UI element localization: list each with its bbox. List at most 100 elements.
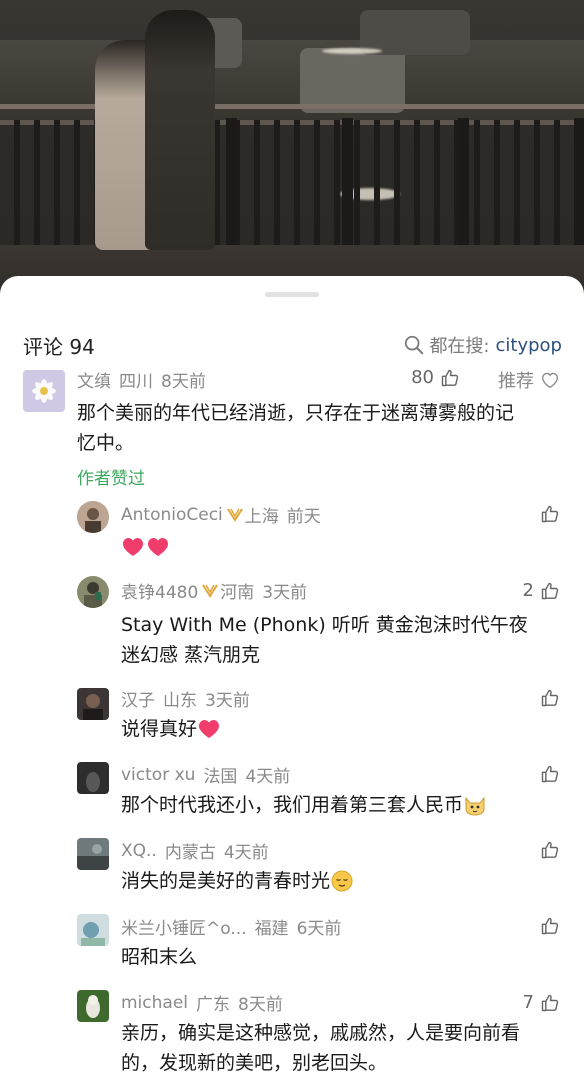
search-prefix: 都在搜: [429,336,490,357]
like-button[interactable]: 7 [523,992,560,1013]
like-button[interactable] [534,504,560,524]
reply-text: 说得真好 [121,714,221,744]
comment-header: 评论 94 都在搜: citypop [0,326,584,362]
reply-username[interactable]: XQ.. [121,841,157,861]
reply-time: 8天前 [238,995,283,1015]
comment-location: 四川 [119,372,153,392]
like-button[interactable] [534,916,560,936]
reply-username[interactable]: michael [121,993,188,1013]
reply-meta: michael 广东 8天前 [121,990,283,1016]
reply-username[interactable]: AntonioCeci [121,505,223,525]
reply-time: 4天前 [223,843,269,863]
reply-location: 广东 [196,995,231,1015]
reply-username[interactable]: 袁铮4480 [121,578,198,603]
reply-location: 内蒙古 [164,843,216,863]
thumbs-up-icon [541,582,559,599]
video-fence-post [342,118,353,263]
user-photo-icon [77,990,109,1022]
reply-meta: XQ.. 内蒙古 4天前 [121,838,269,864]
user-photo-icon [77,838,109,870]
reply-meta: 汉子 山东 3天前 [121,686,250,711]
pink-heart-icon [199,720,220,738]
search-suggestion[interactable]: 都在搜: citypop [403,332,562,358]
thumbs-up-icon [541,994,559,1011]
like-button[interactable]: 2 [523,580,560,601]
like-button[interactable] [534,840,560,860]
user-photo-icon [77,762,109,794]
like-button[interactable] [534,688,560,708]
recommend-button[interactable]: 推荐 [498,367,560,393]
video-fence-post [458,118,469,263]
user-photo-icon [77,688,109,720]
comment-sheet: 评论 94 都在搜: citypop 文缜 四川 8天前 80 推荐 那个美丽的… [0,276,584,1080]
reply-text: 昭和末么 [121,946,198,968]
avatar[interactable] [77,501,109,533]
author-liked-badge: 作者赞过 [77,469,145,489]
like-count: 2 [522,580,534,601]
fan-badge-icon [202,583,219,598]
reply-username[interactable]: 汉子 [121,686,155,711]
reply-time: 6天前 [296,919,342,939]
reply-location: 山东 [163,691,197,711]
recommend-label: 推荐 [498,371,534,392]
heart-outline-icon [541,372,559,389]
reply-location: 福建 [254,919,289,939]
reply-location: 上海 [244,507,279,527]
reply-text: 那个时代我还小，我们用着第三套人民币 [121,790,487,820]
avatar[interactable] [77,838,109,870]
reply-text-line: 的，发现新的美吧，别老回头。 [121,1052,388,1074]
video-fence [0,120,584,260]
video-player[interactable] [0,0,584,300]
avatar[interactable] [77,990,109,1022]
video-light [322,48,382,54]
relieved-face-icon [331,870,353,892]
reply-time: 前天 [286,507,321,527]
avatar[interactable] [77,688,109,720]
thumbs-up-icon [541,765,559,783]
reply-text-line: 迷幻感 蒸汽朋克 [121,644,261,666]
comment-meta: 文缜 四川 8天前 [77,367,206,392]
reply-meta: AntonioCeci 上海 前天 [121,502,321,528]
reply-time: 3天前 [262,583,308,603]
reply-text-line: 亲历，确实是这种感觉，戚戚然，人是要向前看 [121,1022,521,1044]
reply-meta: victor xu 法国 4天前 [121,762,291,788]
reply-location: 河南 [220,583,255,603]
reply-text [121,534,171,564]
drag-handle[interactable] [265,292,319,297]
thumbs-up-icon [541,841,559,859]
video-rail [0,104,584,109]
avatar[interactable] [77,576,109,608]
reply-text: 亲历，确实是这种感觉，戚戚然，人是要向前看 的，发现新的美吧，别老回头。 [121,1018,571,1078]
like-count: 7 [522,992,534,1013]
avatar[interactable] [77,914,109,946]
user-photo-icon [77,914,109,946]
reply-time: 4天前 [245,767,291,787]
reply-text-line: Stay With Me (Phonk) 听听 黄金泡沫时代午夜 [121,614,528,636]
reply-time: 3天前 [205,691,250,711]
comment-text: 那个美丽的年代已经消逝，只存在于迷离薄雾般的记 忆中。 [77,398,567,458]
comment-time: 8天前 [161,372,206,392]
video-fence-post [226,118,237,263]
reply-location: 法国 [203,767,238,787]
reply-meta: 袁铮4480 河南 3天前 [121,578,307,603]
search-keyword[interactable]: citypop [496,335,562,356]
reply-username[interactable]: 米兰小锤匠^o... [121,914,247,939]
comment-text-line: 忆中。 [77,432,135,454]
reply-text-content: 消失的是美好的青春时光 [121,870,331,892]
comment-text-line: 那个美丽的年代已经消逝，只存在于迷离薄雾般的记 [77,402,515,424]
reply-username[interactable]: victor xu [121,765,195,785]
reply-text: 消失的是美好的青春时光 [121,866,354,896]
reply-text-content: 那个时代我还小，我们用着第三套人民币 [121,794,464,816]
user-photo-icon [77,576,109,608]
avatar[interactable] [23,370,65,412]
like-button[interactable] [534,764,560,784]
like-button[interactable]: 80 [411,367,460,388]
thumbs-up-icon [541,689,559,707]
flower-avatar-icon [23,370,65,412]
comment-username[interactable]: 文缜 [77,367,111,392]
thumbs-up-icon [541,917,559,935]
video-fence-post [574,118,584,263]
fan-badge-icon [226,507,243,522]
cat-face-icon [465,796,485,816]
avatar[interactable] [77,762,109,794]
